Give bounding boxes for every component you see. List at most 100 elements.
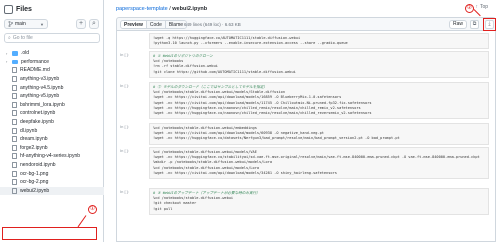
branch-selector[interactable]: main ▼ xyxy=(4,19,48,29)
file-name: ocr-bg-1.png xyxy=(20,170,49,177)
list-item-file[interactable]: ocr-bg-2.png xyxy=(0,178,104,187)
notebook-cell: !wget -q https://huggingface.co/AUTOMATI… xyxy=(149,33,489,50)
file-name: dream.ipynb xyxy=(20,136,48,143)
go-to-file-placeholder: Go to file xyxy=(12,35,33,41)
file-icon xyxy=(12,136,17,143)
code-line: !git clone https://github.com/AUTOMATIC1… xyxy=(153,69,296,74)
file-name: dl.ipynb xyxy=(20,127,38,134)
top-label: Top xyxy=(479,4,488,10)
file-name: anything-v3.ipynb xyxy=(20,76,60,83)
search-button[interactable]: ⌕ xyxy=(89,19,99,29)
tab-code[interactable]: Code xyxy=(146,21,166,28)
file-info: 649 lines (649 loc) · 6.63 KB xyxy=(184,22,241,27)
file-name: README.md xyxy=(20,67,50,74)
list-item-folder[interactable]: › .old xyxy=(0,49,104,58)
file-name: forge2.ipynb xyxy=(20,144,48,151)
notebook-cell: In [ ]: # ① WebUIのリポジトリのクローン %cd /noteboo… xyxy=(120,51,489,78)
list-item-file[interactable]: ocr-bg-1.png xyxy=(0,169,104,178)
annotation-pointer-two xyxy=(473,9,481,17)
file-name: anything-v5.ipynb xyxy=(20,93,60,100)
file-icon xyxy=(12,101,17,108)
notebook-cell: In [ ]: %cd /notebooks/stable-diffusion-… xyxy=(120,147,489,180)
list-item-file[interactable]: dream.ipynb xyxy=(0,135,104,144)
file-icon xyxy=(12,67,17,74)
cell-prompt: In [ ]: xyxy=(120,148,129,153)
search-icon: ⌕ xyxy=(8,35,11,41)
notebook-cell: In [ ]: %cd /notebooks/stable-diffusion-… xyxy=(120,123,489,145)
file-name: webui2.ipynb xyxy=(20,187,50,194)
list-item-file[interactable]: anything-v5.ipynb xyxy=(0,92,104,101)
tab-preview[interactable]: Preview xyxy=(121,21,147,28)
list-item-file-selected[interactable]: webui2.ipynb xyxy=(0,186,104,196)
file-icon xyxy=(12,170,17,177)
folder-icon xyxy=(12,59,18,65)
code-cell: # ① WebUIのリポジトリのクローン %cd /notebooks !rm -r… xyxy=(149,51,489,78)
cell-prompt: In [ ]: xyxy=(120,189,129,194)
file-icon xyxy=(12,110,17,117)
folder-icon xyxy=(12,51,18,56)
breadcrumb-repo-link[interactable]: paperspace-template xyxy=(116,6,168,12)
list-item-file[interactable]: dl.ipynb xyxy=(0,126,104,135)
list-item-folder[interactable]: › performance xyxy=(0,58,104,67)
list-item-file[interactable]: README.md xyxy=(0,66,104,75)
top-button[interactable]: ↑ Top xyxy=(475,4,488,10)
file-icon xyxy=(12,127,17,134)
code-line: !wget -nc https://huggingface.co/naonovn… xyxy=(153,111,372,116)
file-icon xyxy=(12,179,17,186)
file-icon xyxy=(12,93,17,100)
notebook-cell: In [ ]: # ③ WebUIのアップデート（アップデートが必要な時のみ実行… xyxy=(120,188,489,215)
annotation-marker-two: ② xyxy=(465,4,474,13)
file-name: controlnet.ipynb xyxy=(20,110,56,117)
list-item-file[interactable]: nendoroid.ipynb xyxy=(0,161,104,170)
view-mode-tabs: Preview Code Blame xyxy=(120,20,188,29)
chevron-right-icon: › xyxy=(6,59,8,65)
file-name: performance xyxy=(21,58,50,65)
notebook-cell: In [ ]: # ② モデルのダウンロード（ここではサンプルとしてモデルを指定… xyxy=(120,82,489,120)
list-item-file[interactable]: hf-anything-v4-series.ipynb xyxy=(0,152,104,161)
sidebar-title: Files xyxy=(16,5,32,13)
copy-icon[interactable]: ⧉ xyxy=(470,20,479,29)
file-icon xyxy=(12,153,17,160)
list-item-file[interactable]: deepfake.ipynb xyxy=(0,118,104,127)
cell-prompt: In [ ]: xyxy=(120,52,129,57)
code-cell: # ② モデルのダウンロード（ここではサンプルとしてモデルを指定） %cd /no… xyxy=(149,82,489,120)
file-toolbar: Preview Code Blame 649 lines (649 loc) ·… xyxy=(116,17,496,31)
sidebar-header: Files xyxy=(4,3,32,15)
file-icon xyxy=(12,187,17,194)
cell-prompt: In [ ]: xyxy=(120,83,129,88)
list-item-file[interactable]: anything-v4.5.ipynb xyxy=(0,83,104,92)
code-cell: %cd /notebooks/stable-diffusion-webui/em… xyxy=(149,123,489,145)
git-branch-icon xyxy=(8,21,13,27)
selected-file-highlight-box xyxy=(2,227,97,240)
file-icon xyxy=(12,76,17,83)
chevron-right-icon: › xyxy=(6,50,8,56)
file-name: anything-v4.5.ipynb xyxy=(20,84,64,91)
file-name: nendoroid.ipynb xyxy=(20,162,56,169)
list-item-file[interactable]: bshrimmi_lora.ipynb xyxy=(0,101,104,110)
file-icon xyxy=(12,84,17,91)
list-item-file[interactable]: forge2.ipynb xyxy=(0,144,104,153)
code-line: !python3.10 launch.py --xformers --enabl… xyxy=(153,41,348,46)
list-item-file[interactable]: controlnet.ipynb xyxy=(0,109,104,118)
file-name: deepfake.ipynb xyxy=(20,119,54,126)
code-line: !wget -nc https://huggingface.co/dataset… xyxy=(153,136,400,141)
add-file-button[interactable]: + xyxy=(76,19,86,29)
raw-button[interactable]: Raw xyxy=(448,20,467,29)
chevron-down-icon: ▼ xyxy=(40,21,44,27)
code-cell: !wget -q https://huggingface.co/AUTOMATI… xyxy=(149,33,489,50)
breadcrumb: paperspace-template / webui2.ipynb xyxy=(116,6,207,12)
go-to-file-input[interactable]: ⌕ Go to file xyxy=(4,33,100,43)
file-icon xyxy=(12,162,17,169)
download-highlight-box xyxy=(483,18,496,31)
file-name: bshrimmi_lora.ipynb xyxy=(20,101,65,108)
cell-prompt: In [ ]: xyxy=(120,124,129,129)
code-line: !git pull xyxy=(153,206,173,211)
code-line: !wget -nc https://civitai.com/api/downlo… xyxy=(153,170,337,175)
file-view: paperspace-template / webui2.ipynb ↑ Top… xyxy=(104,0,500,242)
collapse-sidebar-icon[interactable] xyxy=(4,4,13,14)
arrow-up-icon: ↑ xyxy=(475,4,478,10)
file-icon xyxy=(12,119,17,126)
annotation-marker-one: ① xyxy=(88,205,97,214)
list-item-file[interactable]: anything-v3.ipynb xyxy=(0,75,104,84)
file-list: › .old › performance README.md anything-v3… xyxy=(0,49,104,196)
